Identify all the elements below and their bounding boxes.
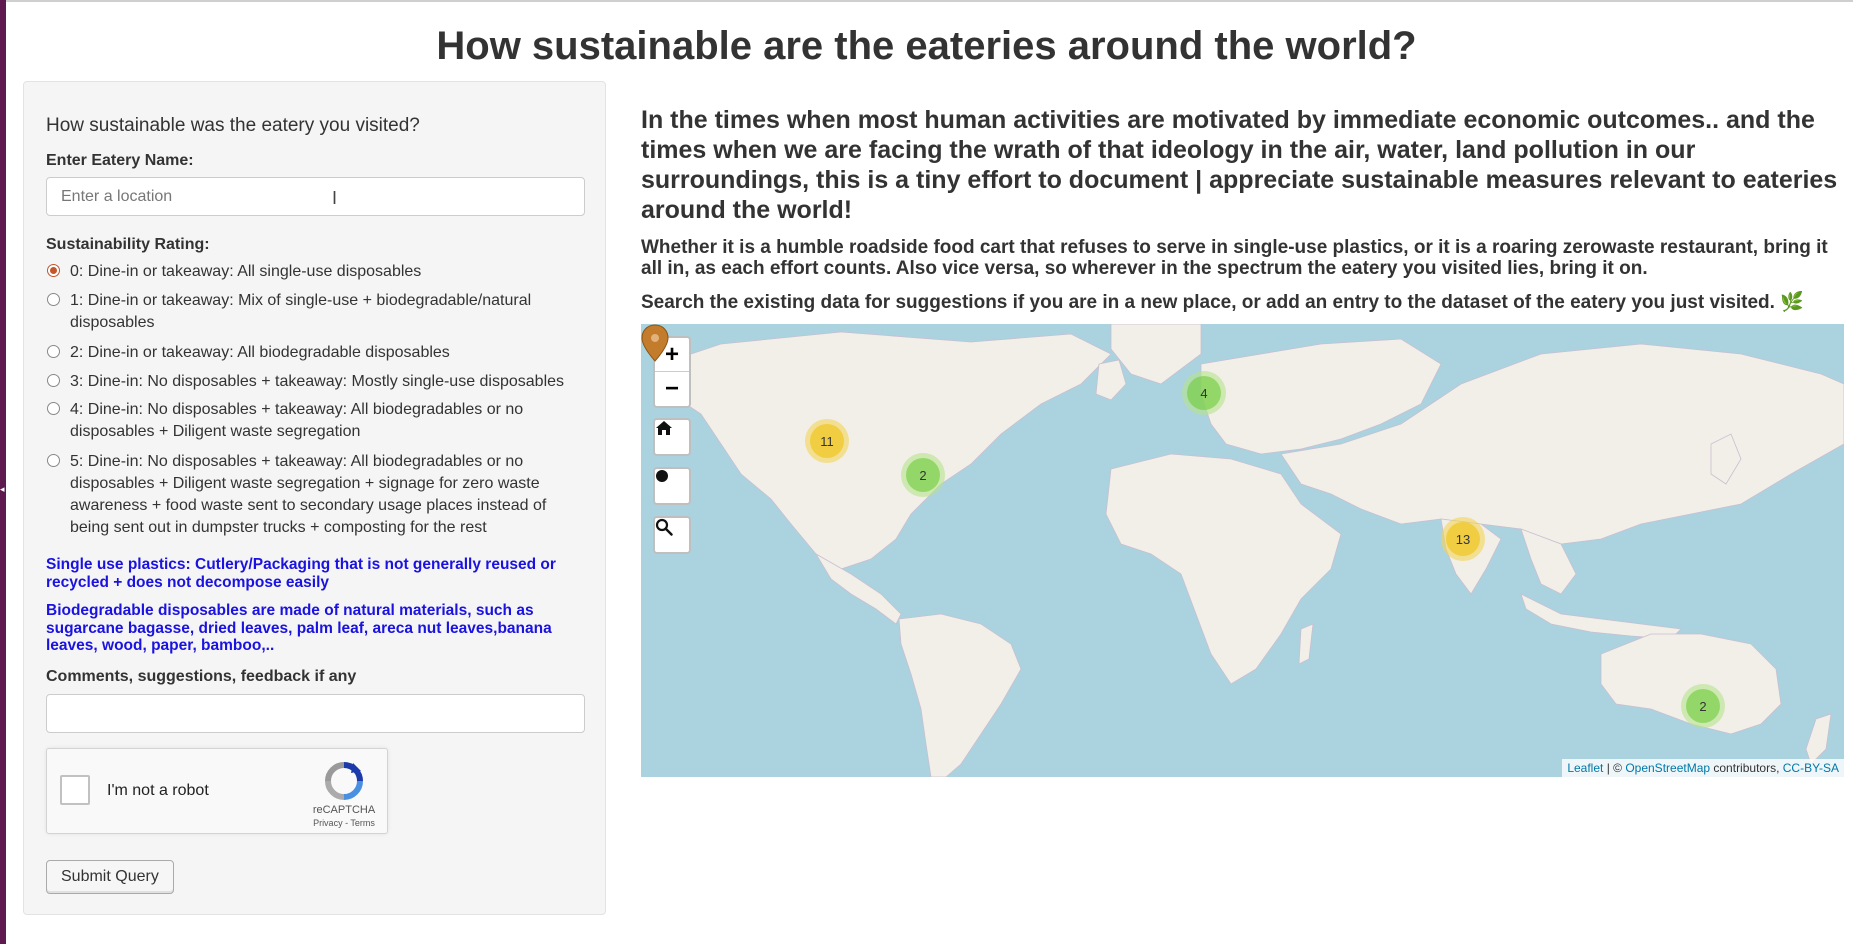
map-attribution: Leaflet | © OpenStreetMap contributors, … bbox=[1562, 759, 1844, 777]
locate-dot-icon bbox=[656, 470, 668, 482]
comments-input[interactable] bbox=[46, 694, 585, 733]
page-title: How sustainable are the eateries around … bbox=[436, 24, 1417, 68]
rating-radio-1[interactable] bbox=[47, 293, 60, 306]
submit-query-button[interactable]: Submit Query bbox=[46, 860, 174, 894]
rating-option-label: 0: Dine-in or takeaway: All single-use d… bbox=[70, 263, 422, 280]
map-cluster[interactable]: 13 bbox=[1441, 517, 1485, 561]
map-cluster[interactable]: 2 bbox=[1681, 684, 1725, 728]
attribution-separator: | © bbox=[1603, 761, 1626, 775]
home-button[interactable] bbox=[653, 418, 691, 456]
eatery-name-label: Enter Eatery Name: bbox=[46, 152, 194, 169]
text-cursor-icon: I bbox=[332, 188, 338, 208]
zoom-out-button[interactable]: − bbox=[655, 372, 689, 406]
home-icon bbox=[656, 421, 672, 435]
attribution-contributors: contributors, bbox=[1710, 761, 1783, 775]
map-cluster[interactable]: 11 bbox=[805, 419, 849, 463]
recaptcha-links: Privacy - Terms bbox=[299, 818, 389, 828]
rating-radio-0[interactable] bbox=[47, 264, 60, 277]
form-heading: How sustainable was the eatery you visit… bbox=[46, 115, 420, 136]
rating-option-4[interactable]: 4: Dine-in: No disposables + takeaway: A… bbox=[46, 399, 586, 443]
plastics-note: Single use plastics: Cutlery/Packaging t… bbox=[46, 556, 556, 591]
biodegradable-note: Biodegradable disposables are made of na… bbox=[46, 602, 552, 654]
cluster-count: 11 bbox=[810, 424, 844, 458]
window-left-edge bbox=[0, 0, 6, 944]
map-cluster[interactable]: 4 bbox=[1182, 371, 1226, 415]
rating-label: Sustainability Rating: bbox=[46, 236, 210, 253]
cluster-count: 4 bbox=[1187, 376, 1221, 410]
recaptcha-widget: I'm not a robot reCAPTCHA Privacy - Term… bbox=[46, 748, 388, 834]
rating-option-label: 3: Dine-in: No disposables + takeaway: M… bbox=[70, 373, 565, 390]
map-pin-icon[interactable] bbox=[641, 324, 669, 362]
world-map[interactable]: + − 11 2 4 13 2 Leaflet | © OpenStreetMa… bbox=[641, 324, 1844, 777]
recaptcha-label: I'm not a robot bbox=[107, 782, 209, 799]
leaflet-link[interactable]: Leaflet bbox=[1567, 761, 1603, 775]
recaptcha-terms-link[interactable]: Terms bbox=[350, 818, 375, 828]
cluster-count: 13 bbox=[1446, 522, 1480, 556]
cluster-count: 2 bbox=[1686, 689, 1720, 723]
recaptcha-privacy-link[interactable]: Privacy bbox=[313, 818, 343, 828]
rating-option-0[interactable]: 0: Dine-in or takeaway: All single-use d… bbox=[46, 261, 586, 283]
rating-option-2[interactable]: 2: Dine-in or takeaway: All biodegradabl… bbox=[46, 342, 586, 364]
recaptcha-logo-icon bbox=[325, 762, 363, 800]
rating-option-5[interactable]: 5: Dine-in: No disposables + takeaway: A… bbox=[46, 451, 586, 539]
rating-radio-2[interactable] bbox=[47, 345, 60, 358]
rating-radio-4[interactable] bbox=[47, 402, 60, 415]
map-cluster[interactable]: 2 bbox=[901, 453, 945, 497]
rating-option-label: 1: Dine-in or takeaway: Mix of single-us… bbox=[70, 292, 532, 331]
eatery-name-input[interactable] bbox=[46, 177, 585, 216]
search-instructions: Search the existing data for suggestions… bbox=[641, 292, 1804, 313]
search-icon bbox=[655, 518, 673, 536]
rating-option-1[interactable]: 1: Dine-in or takeaway: Mix of single-us… bbox=[46, 290, 586, 334]
recaptcha-brand: reCAPTCHA bbox=[312, 804, 376, 816]
rating-option-label: 5: Dine-in: No disposables + takeaway: A… bbox=[70, 453, 547, 536]
rating-option-label: 2: Dine-in or takeaway: All biodegradabl… bbox=[70, 344, 450, 361]
top-divider bbox=[6, 0, 1853, 2]
rating-radio-5[interactable] bbox=[47, 454, 60, 467]
rating-option-label: 4: Dine-in: No disposables + takeaway: A… bbox=[70, 401, 524, 440]
locate-button[interactable] bbox=[653, 467, 691, 505]
map-tiles bbox=[660, 324, 1844, 777]
map-search-button[interactable] bbox=[653, 516, 691, 554]
edge-expand-icon[interactable]: ◂ bbox=[0, 484, 5, 495]
rating-radio-3[interactable] bbox=[47, 374, 60, 387]
comments-label: Comments, suggestions, feedback if any bbox=[46, 668, 357, 685]
recaptcha-checkbox[interactable] bbox=[60, 775, 90, 805]
submission-form-panel: How sustainable was the eatery you visit… bbox=[23, 81, 606, 915]
rating-option-3[interactable]: 3: Dine-in: No disposables + takeaway: M… bbox=[46, 371, 586, 393]
intro-heading: In the times when most human activities … bbox=[641, 106, 1838, 224]
openstreetmap-link[interactable]: OpenStreetMap bbox=[1625, 761, 1710, 775]
license-link[interactable]: CC-BY-SA bbox=[1783, 761, 1839, 775]
intro-paragraph: Whether it is a humble roadside food car… bbox=[641, 237, 1828, 279]
cluster-count: 2 bbox=[906, 458, 940, 492]
